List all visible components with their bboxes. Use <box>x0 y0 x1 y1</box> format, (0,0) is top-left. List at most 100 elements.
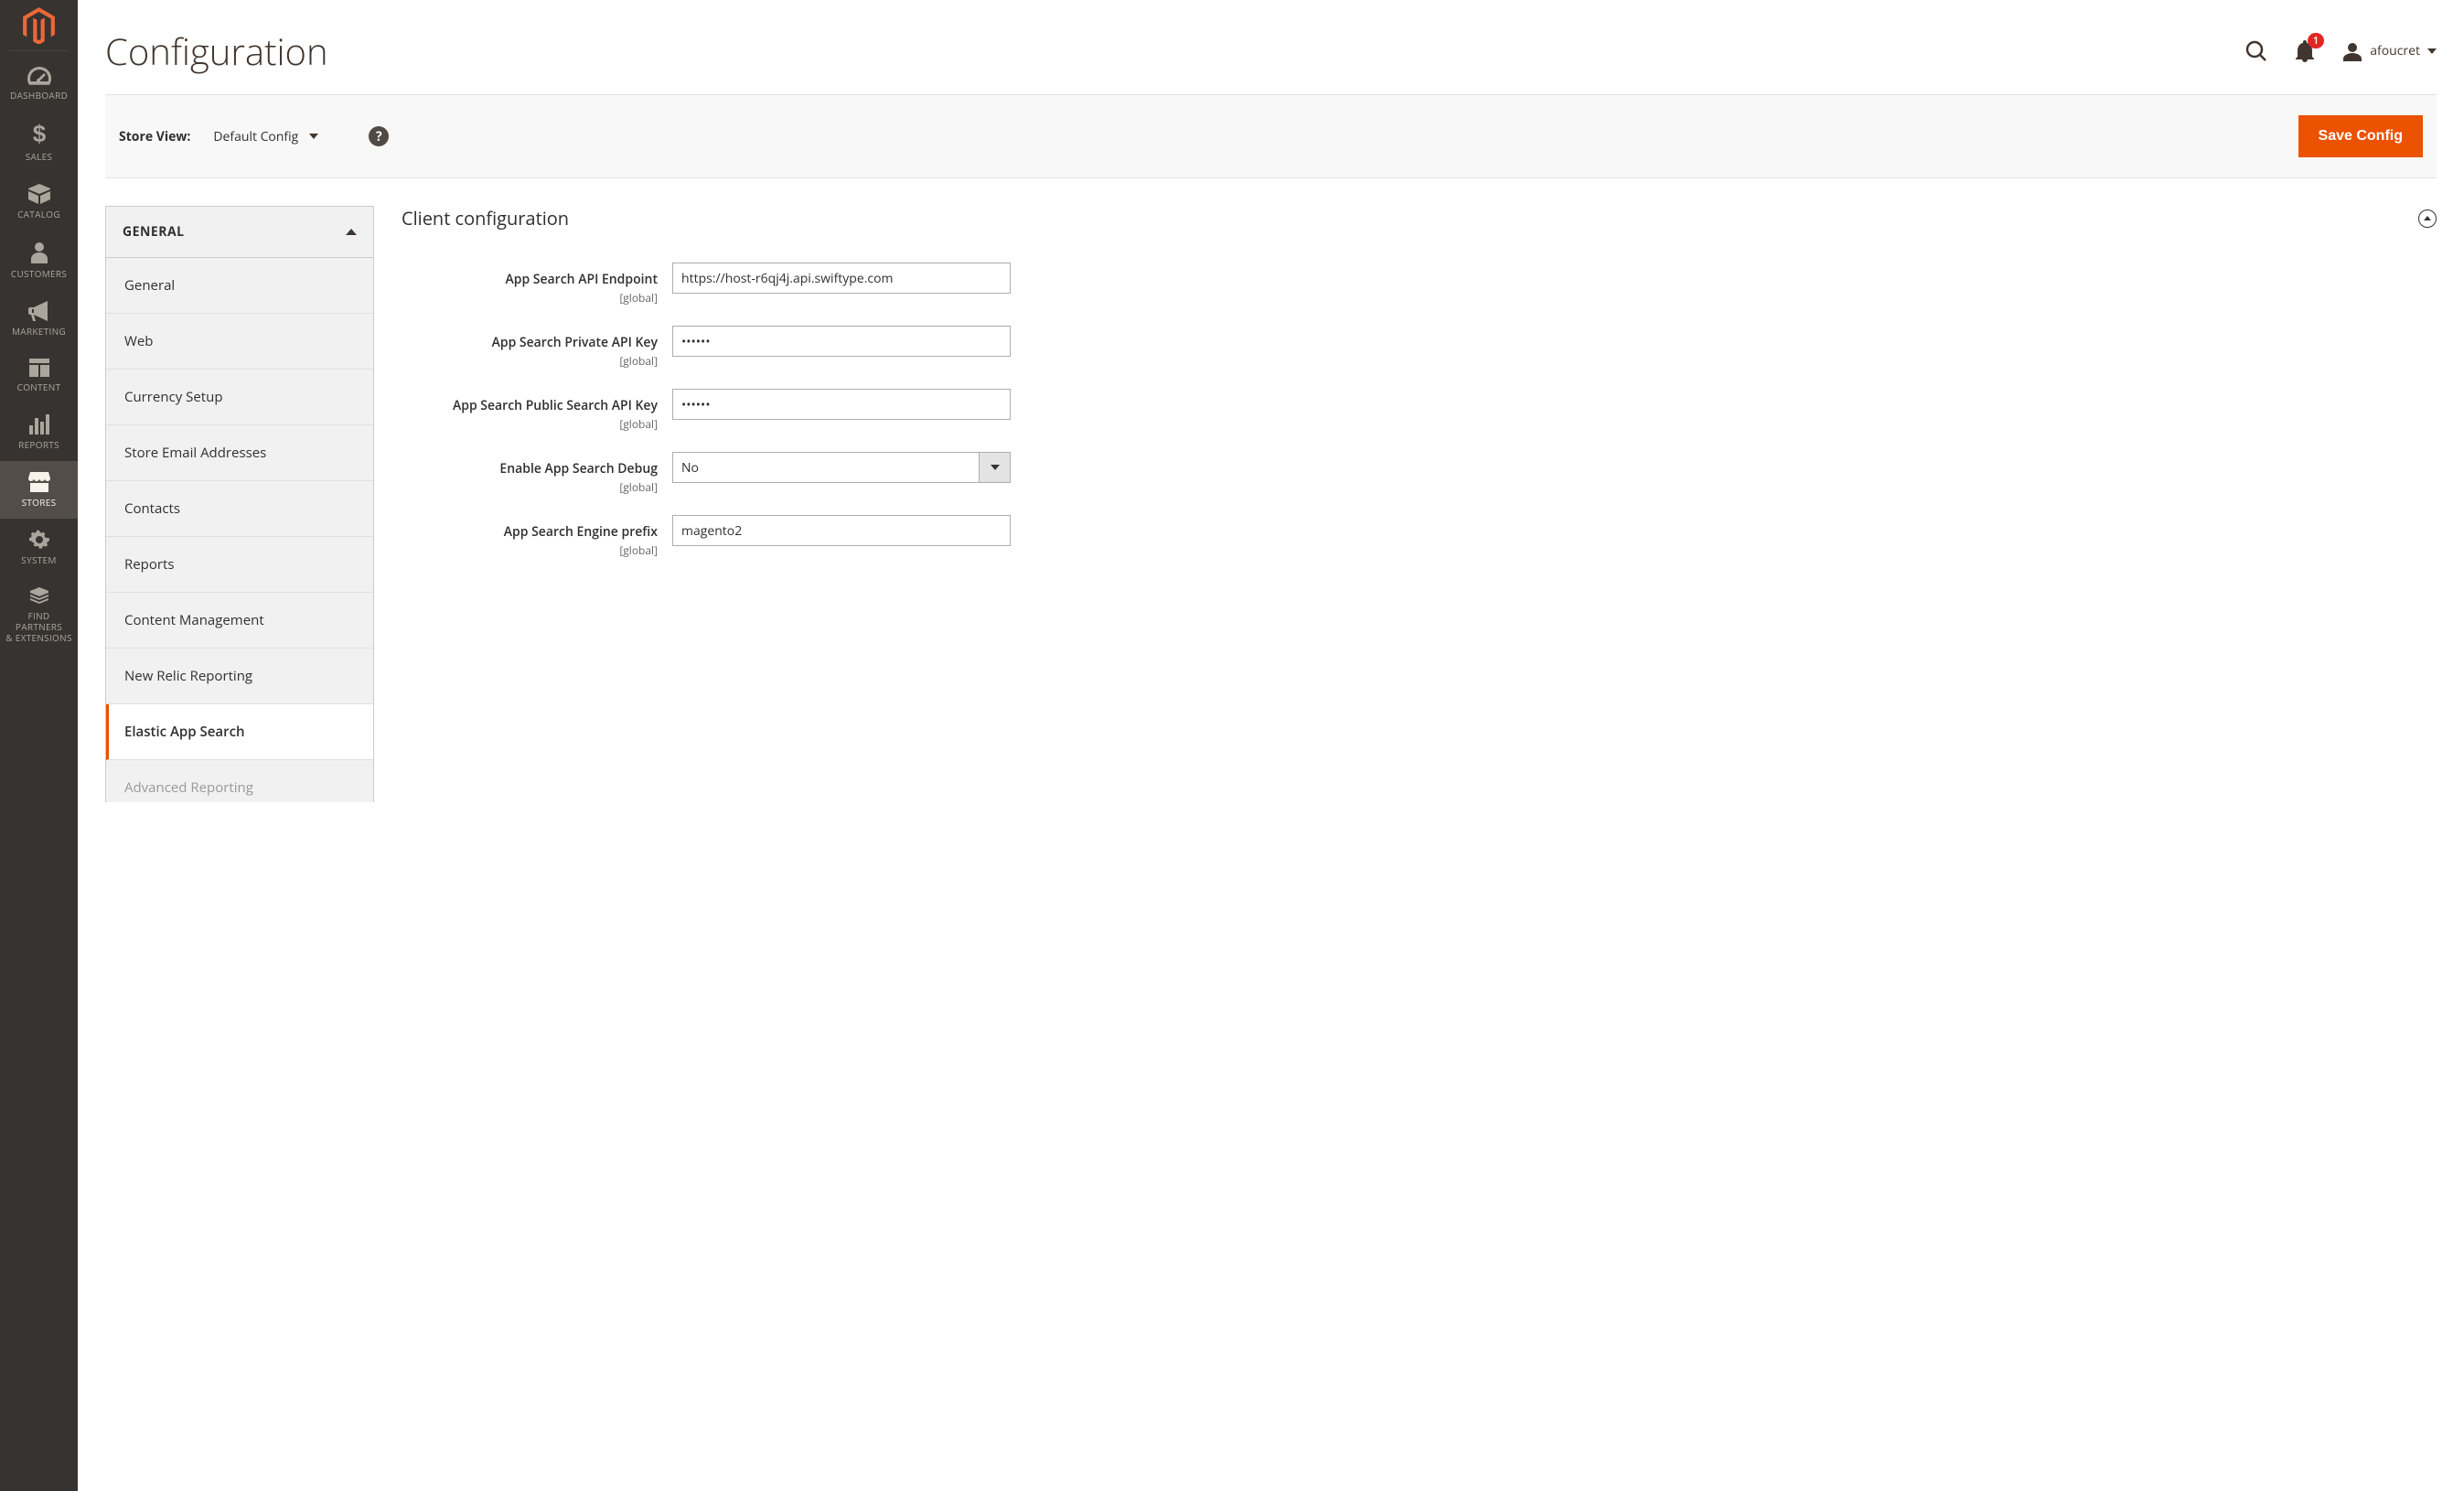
field-endpoint: App Search API Endpoint [global] <box>402 263 2437 306</box>
config-item-content-mgmt[interactable]: Content Management <box>106 593 373 649</box>
megaphone-icon <box>28 301 50 321</box>
nav-system-label: SYSTEM <box>21 554 56 565</box>
config-section-title: GENERAL <box>123 223 185 241</box>
person-icon <box>31 241 48 263</box>
field-scope: [global] <box>402 290 658 306</box>
field-control <box>672 515 1011 546</box>
collapse-toggle[interactable] <box>2418 209 2437 228</box>
debug-select[interactable]: No <box>672 452 1011 483</box>
box-icon <box>28 184 50 204</box>
config-item-web[interactable]: Web <box>106 314 373 370</box>
nav-dashboard[interactable]: DASHBOARD <box>0 56 78 112</box>
nav-catalog-label: CATALOG <box>17 209 60 220</box>
field-scope: [global] <box>402 353 658 369</box>
sidebar-divider <box>9 50 69 51</box>
field-public-key: App Search Public Search API Key [global… <box>402 389 2437 432</box>
config-item-elastic[interactable]: Elastic App Search <box>106 704 373 760</box>
save-config-button[interactable]: Save Config <box>2298 115 2423 157</box>
field-control <box>672 326 1011 357</box>
config-item-reports[interactable]: Reports <box>106 537 373 593</box>
store-view-select[interactable]: Default Config <box>213 128 318 145</box>
field-label-wrap: Enable App Search Debug [global] <box>402 452 672 495</box>
panel-header[interactable]: Client configuration <box>402 206 2437 231</box>
endpoint-input[interactable] <box>672 263 1011 294</box>
search-icon <box>2245 40 2267 62</box>
config-item-general[interactable]: General <box>106 258 373 314</box>
nav-system[interactable]: SYSTEM <box>0 519 78 576</box>
store-view-value: Default Config <box>213 128 298 145</box>
config-section-general[interactable]: GENERAL <box>105 206 374 258</box>
config-item-newrelic[interactable]: New Relic Reporting <box>106 649 373 704</box>
field-label-wrap: App Search Public Search API Key [global… <box>402 389 672 432</box>
nav-sales[interactable]: $ SALES <box>0 112 78 173</box>
page-title: Configuration <box>105 26 328 76</box>
store-icon <box>28 472 50 492</box>
caret-down-icon <box>309 134 318 139</box>
public-key-input[interactable] <box>672 389 1011 420</box>
nav-content[interactable]: CONTENT <box>0 348 78 403</box>
user-menu[interactable]: afoucret <box>2342 41 2437 61</box>
user-icon <box>2342 41 2362 61</box>
private-key-input[interactable] <box>672 326 1011 357</box>
notifications-badge: 1 <box>2308 33 2324 48</box>
admin-sidebar: DASHBOARD $ SALES CATALOG CUSTOMERS MARK… <box>0 0 78 1491</box>
field-scope: [global] <box>402 479 658 495</box>
nav-reports[interactable]: REPORTS <box>0 403 78 461</box>
help-button[interactable]: ? <box>369 126 389 146</box>
field-scope: [global] <box>402 542 658 558</box>
content-columns: GENERAL General Web Currency Setup Store… <box>105 206 2437 802</box>
form-panel: Client configuration App Search API Endp… <box>402 206 2437 802</box>
nav-partners[interactable]: FIND PARTNERS & EXTENSIONS <box>0 576 78 654</box>
nav-stores-label: STORES <box>22 497 57 508</box>
store-view-switcher: Store View: Default Config ? <box>119 126 389 146</box>
field-label-wrap: App Search API Endpoint [global] <box>402 263 672 306</box>
nav-dashboard-label: DASHBOARD <box>10 90 68 101</box>
config-item-currency[interactable]: Currency Setup <box>106 370 373 425</box>
field-label: App Search Public Search API Key <box>453 397 658 414</box>
user-name: afoucret <box>2370 42 2420 59</box>
config-item-contacts[interactable]: Contacts <box>106 481 373 537</box>
config-item-email[interactable]: Store Email Addresses <box>106 425 373 481</box>
chevron-up-icon <box>346 229 357 235</box>
toolbar: Store View: Default Config ? Save Config <box>105 94 2437 178</box>
svg-text:$: $ <box>32 123 46 146</box>
nav-marketing-label: MARKETING <box>12 326 66 337</box>
engine-prefix-input[interactable] <box>672 515 1011 546</box>
store-view-label: Store View: <box>119 128 190 145</box>
field-scope: [global] <box>402 416 658 432</box>
nav-sales-label: SALES <box>26 151 53 162</box>
nav-content-label: CONTENT <box>17 381 61 392</box>
layout-icon <box>29 359 49 377</box>
config-item-advanced-reporting[interactable]: Advanced Reporting <box>106 760 373 802</box>
chart-icon <box>29 414 49 434</box>
notifications-button[interactable]: 1 <box>2295 40 2315 62</box>
field-control <box>672 389 1011 420</box>
magento-logo[interactable] <box>0 0 78 50</box>
chevron-up-icon <box>2424 216 2431 220</box>
field-control <box>672 263 1011 294</box>
nav-customers-label: CUSTOMERS <box>11 268 67 279</box>
nav-catalog[interactable]: CATALOG <box>0 173 78 231</box>
field-label: App Search Private API Key <box>492 334 658 351</box>
caret-down-icon <box>991 465 1000 470</box>
select-value: No <box>673 453 979 482</box>
search-button[interactable] <box>2245 40 2267 62</box>
nav-stores[interactable]: STORES <box>0 461 78 519</box>
magento-logo-icon <box>23 7 55 44</box>
field-engine-prefix: App Search Engine prefix [global] <box>402 515 2437 558</box>
field-label-wrap: App Search Engine prefix [global] <box>402 515 672 558</box>
nav-marketing[interactable]: MARKETING <box>0 290 78 348</box>
partners-icon <box>28 587 50 606</box>
nav-customers[interactable]: CUSTOMERS <box>0 231 78 290</box>
page-header: Configuration 1 afoucret <box>105 0 2437 94</box>
nav-reports-label: REPORTS <box>18 439 59 450</box>
caret-down-icon <box>2427 48 2437 54</box>
gauge-icon <box>27 67 51 85</box>
gear-icon <box>29 530 49 550</box>
nav-partners-label: FIND PARTNERS & EXTENSIONS <box>4 610 74 643</box>
config-items: General Web Currency Setup Store Email A… <box>105 258 374 802</box>
field-label: App Search API Endpoint <box>505 271 658 288</box>
main-content: Configuration 1 afoucret Store View: <box>78 0 2464 1491</box>
field-label: App Search Engine prefix <box>504 523 658 541</box>
field-debug: Enable App Search Debug [global] No <box>402 452 2437 495</box>
